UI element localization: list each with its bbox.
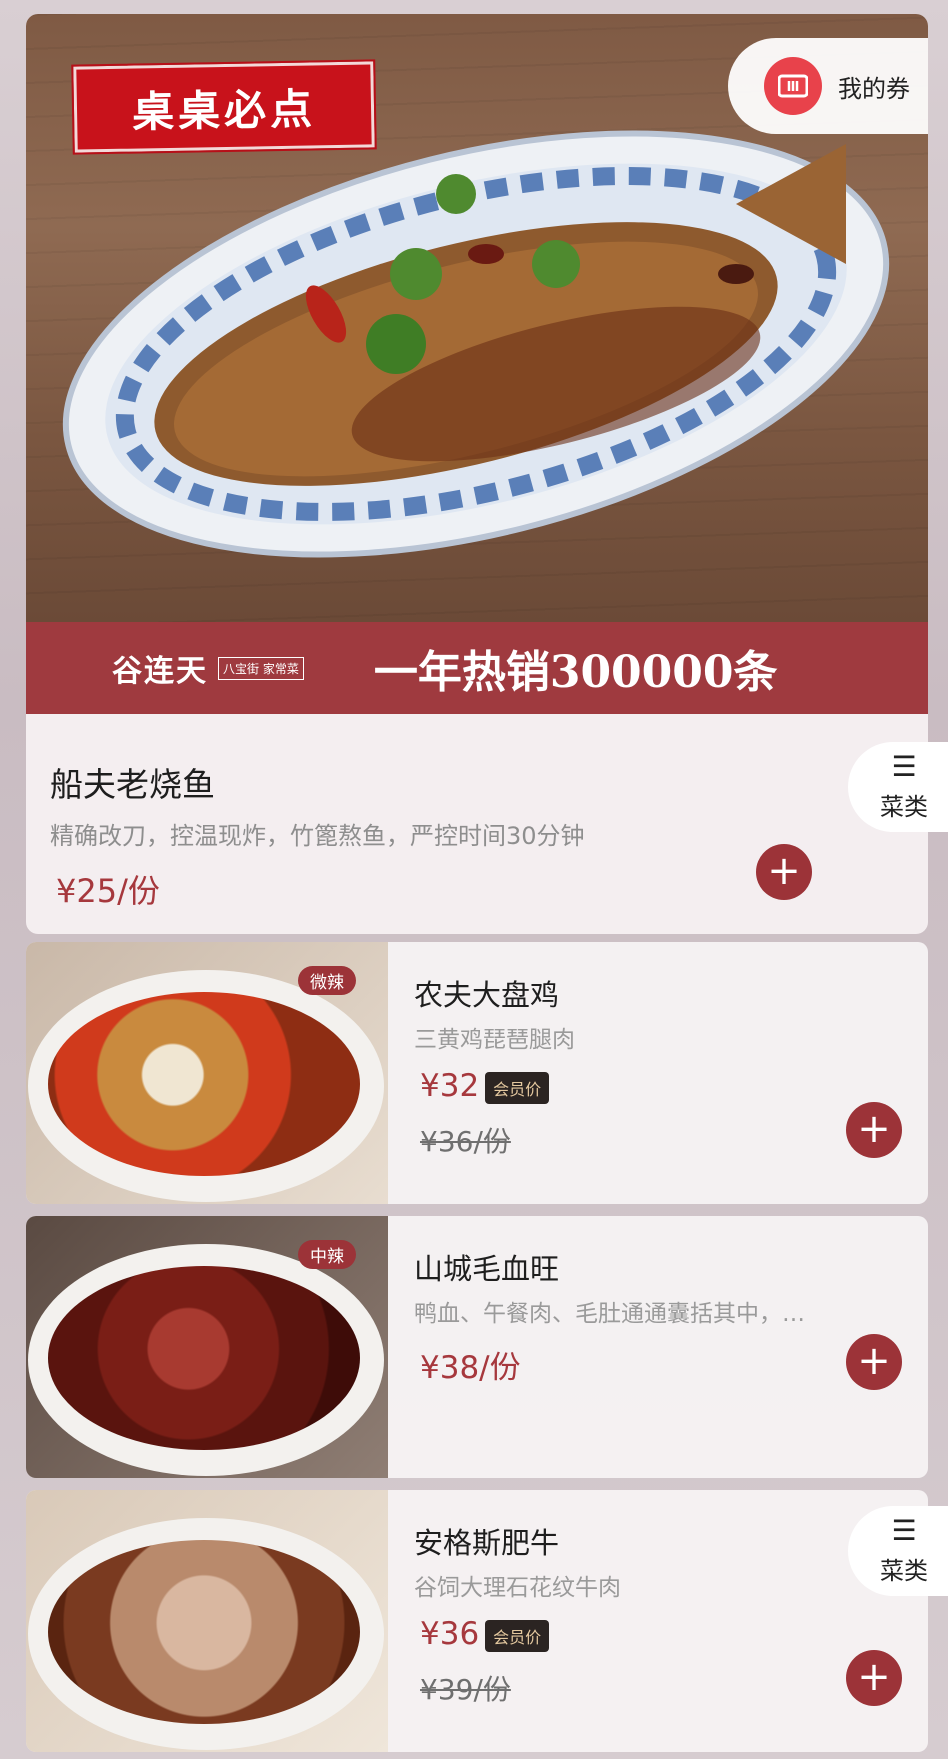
dish-photo (26, 1490, 388, 1752)
brand-logo: 谷连天 (112, 654, 208, 689)
spicy-level-badge: 中辣 (298, 1240, 356, 1269)
must-order-tag: 桌桌必点 (71, 59, 377, 155)
dish-price: ¥36 会员价 (420, 1616, 550, 1652)
category-tab[interactable]: ☰ 菜类 (848, 742, 948, 832)
dish-photo: 微辣 (26, 942, 388, 1204)
ticket-icon (764, 57, 822, 115)
dish-card[interactable]: 微辣 农夫大盘鸡 三黄鸡琵琶腿肉 ¥32 会员价 ¥36/份 + (26, 942, 928, 1204)
brand-subtitle: 八宝街 家常菜 (218, 656, 304, 680)
member-price: ¥36 (420, 1616, 480, 1652)
dish-card[interactable]: 安格斯肥牛 谷饲大理石花纹牛肉 ¥36 会员价 ¥39/份 + (26, 1490, 928, 1752)
list-icon: ☰ (891, 1513, 917, 1547)
original-price: ¥36/份 (420, 1125, 511, 1158)
category-tab-label: 菜类 (880, 1556, 928, 1585)
promo-banner: 谷连天 八宝街 家常菜 一年热销300000条 (26, 622, 928, 714)
featured-dish-info: 船夫老烧鱼 精确改刀，控温现炸，竹篦熬鱼，严控时间30分钟 ¥25/份 + (26, 714, 928, 934)
featured-dish-card[interactable]: 桌桌必点 我的券 谷连天 八宝街 家常菜 一年热销300000条 船夫老烧鱼 精… (26, 14, 928, 934)
spicy-level-badge: 微辣 (298, 966, 356, 995)
dish-price: ¥32 会员价 (420, 1068, 550, 1104)
sales-slogan: 一年热销300000条 (373, 647, 778, 698)
member-price: ¥32 (420, 1068, 480, 1104)
list-icon: ☰ (891, 749, 917, 783)
dish-description: 谷饲大理石花纹牛肉 (414, 1575, 621, 1601)
dish-photo: 中辣 (26, 1216, 388, 1478)
category-tab[interactable]: ☰ 菜类 (848, 1506, 948, 1596)
my-coupons-button[interactable]: 我的券 (728, 38, 928, 134)
dish-description: 精确改刀，控温现炸，竹篦熬鱼，严控时间30分钟 (50, 822, 585, 850)
fish-plate-image (62, 130, 890, 558)
original-price: ¥39/份 (420, 1673, 511, 1706)
dish-description: 鸭血、午餐肉、毛肚通通囊括其中，… (414, 1301, 805, 1327)
dish-price: ¥25/份 (56, 872, 160, 910)
featured-dish-photo: 桌桌必点 我的券 (26, 14, 928, 622)
dish-price: ¥38/份 (420, 1350, 521, 1386)
dish-name: 农夫大盘鸡 (414, 978, 560, 1012)
member-price-badge: 会员价 (485, 1071, 550, 1104)
my-coupons-label: 我的券 (838, 74, 910, 103)
dish-name: 船夫老烧鱼 (50, 765, 215, 804)
category-tab-label: 菜类 (880, 792, 928, 821)
dish-name: 安格斯肥牛 (414, 1526, 560, 1560)
member-price-badge: 会员价 (485, 1619, 550, 1652)
dish-description: 三黄鸡琵琶腿肉 (414, 1027, 575, 1053)
add-to-cart-button[interactable]: + (846, 1650, 902, 1706)
add-to-cart-button[interactable]: + (846, 1102, 902, 1158)
add-to-cart-button[interactable]: + (756, 844, 812, 900)
dish-card[interactable]: 中辣 山城毛血旺 鸭血、午餐肉、毛肚通通囊括其中，… ¥38/份 + (26, 1216, 928, 1478)
add-to-cart-button[interactable]: + (846, 1334, 902, 1390)
dish-name: 山城毛血旺 (414, 1252, 560, 1286)
